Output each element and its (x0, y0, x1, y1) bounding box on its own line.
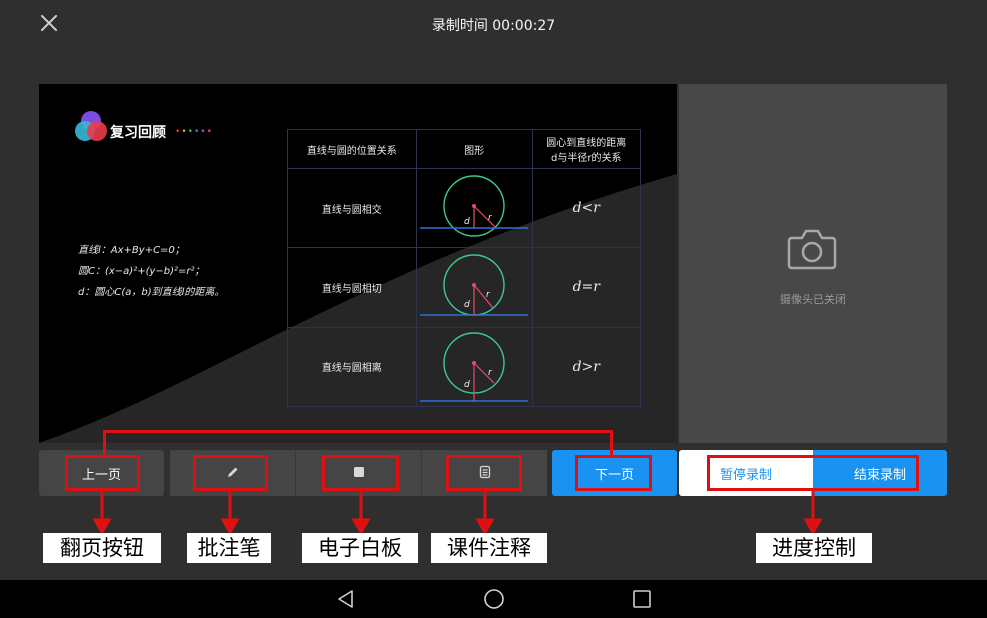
arrow-head (803, 518, 823, 535)
system-nav-bar (0, 580, 987, 618)
back-triangle-icon[interactable] (336, 589, 356, 609)
arrow-head (475, 518, 495, 535)
label-courseware: 课件注释 (431, 533, 547, 563)
label-progress: 进度控制 (756, 533, 872, 563)
arrow-head (92, 518, 112, 535)
arrow-head (220, 518, 240, 535)
label-whiteboard: 电子白板 (302, 533, 418, 563)
label-page-turn: 翻页按钮 (43, 533, 161, 563)
annotation-arrows (92, 491, 823, 535)
recents-square-icon[interactable] (632, 589, 652, 609)
arrow-head (351, 518, 371, 535)
home-circle-icon[interactable] (483, 588, 505, 610)
label-pen: 批注笔 (187, 533, 271, 563)
